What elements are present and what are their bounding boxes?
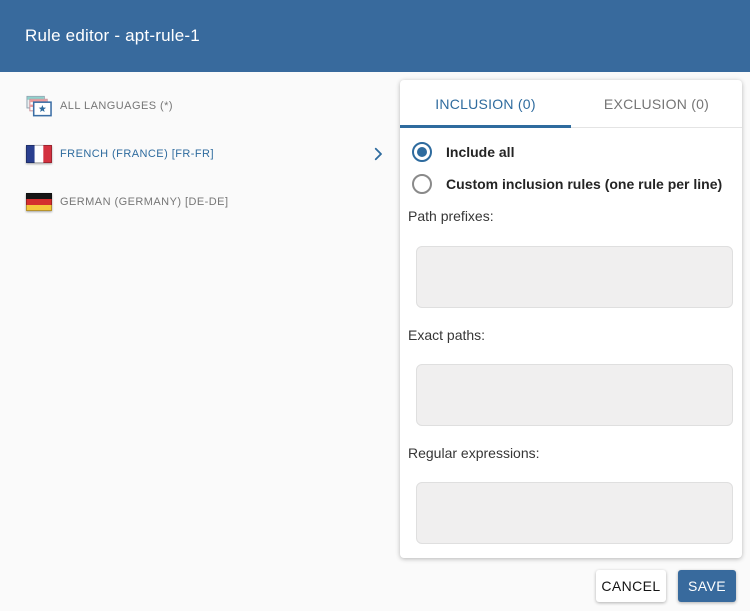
radio-include-all-label: Include all <box>446 144 515 160</box>
france-flag-icon <box>26 145 52 163</box>
path-prefixes-label: Path prefixes: <box>408 208 494 224</box>
language-item-label: GERMAN (GERMANY) [DE-DE] <box>60 196 229 208</box>
rules-panel: INCLUSION (0) EXCLUSION (0) Include all … <box>400 80 742 558</box>
exact-paths-input[interactable] <box>416 364 733 426</box>
tab-exclusion[interactable]: EXCLUSION (0) <box>571 80 742 127</box>
regular-expressions-label: Regular expressions: <box>408 445 540 461</box>
rules-tab-bar: INCLUSION (0) EXCLUSION (0) <box>400 80 742 128</box>
path-prefixes-input[interactable] <box>416 246 733 308</box>
all-languages-icon <box>26 95 52 118</box>
language-item-label: FRENCH (FRANCE) [FR-FR] <box>60 148 214 160</box>
dialog-header: Rule editor - apt-rule-1 <box>0 0 750 72</box>
radio-button-icon[interactable] <box>412 142 432 162</box>
save-button[interactable]: SAVE <box>678 570 736 602</box>
dialog-title: Rule editor - apt-rule-1 <box>25 26 200 45</box>
language-list: ALL LANGUAGES (*) FRENCH (FRANCE) [FR-FR… <box>0 82 400 226</box>
radio-include-all[interactable]: Include all <box>412 142 514 162</box>
exact-paths-label: Exact paths: <box>408 327 486 343</box>
radio-custom-rules-label: Custom inclusion rules (one rule per lin… <box>446 176 723 192</box>
cancel-button[interactable]: CANCEL <box>596 570 666 602</box>
language-item-label: ALL LANGUAGES (*) <box>60 100 173 112</box>
tab-inclusion-label: INCLUSION (0) <box>435 95 536 112</box>
language-item-german[interactable]: GERMAN (GERMANY) [DE-DE] <box>0 178 400 226</box>
chevron-right-icon[interactable] <box>369 145 387 163</box>
tab-inclusion[interactable]: INCLUSION (0) <box>400 80 571 128</box>
radio-button-icon[interactable] <box>412 174 432 194</box>
language-item-all-languages[interactable]: ALL LANGUAGES (*) <box>0 82 400 130</box>
rule-editor-dialog: Rule editor - apt-rule-1 ALL LANGUAGES (… <box>0 0 750 611</box>
germany-flag-icon <box>26 193 52 211</box>
language-item-french[interactable]: FRENCH (FRANCE) [FR-FR] <box>0 130 400 178</box>
tab-exclusion-label: EXCLUSION (0) <box>603 95 710 112</box>
regular-expressions-input[interactable] <box>416 482 733 544</box>
radio-custom-rules[interactable]: Custom inclusion rules (one rule per lin… <box>412 174 722 194</box>
